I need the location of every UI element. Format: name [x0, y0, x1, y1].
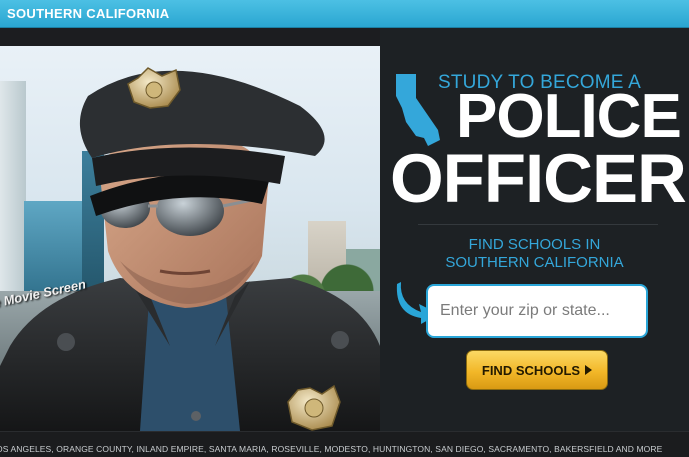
footer-bar: OS ANGELES, ORANGE COUNTY, INLAND EMPIRE…: [0, 431, 689, 457]
zip-search-input[interactable]: [426, 284, 648, 338]
hero-banner: e Movie Screen STUDY TO BECOME A POLICE …: [0, 28, 689, 431]
city-list: OS ANGELES, ORANGE COUNTY, INLAND EMPIRE…: [0, 444, 663, 454]
find-schools-label: FIND SCHOOLS: [481, 362, 581, 378]
find-schools-button[interactable]: FIND SCHOOLS: [466, 350, 608, 390]
police-officer-illustration: [0, 67, 380, 431]
header-bar: SOUTHERN CALIFORNIA: [0, 0, 689, 28]
search-panel: STUDY TO BECOME A POLICE OFFICER FIND SC…: [380, 28, 689, 431]
title-police: POLICE: [456, 82, 682, 151]
region-label: SOUTHERN CALIFORNIA: [7, 6, 170, 21]
california-state-icon: [396, 74, 440, 146]
title-officer: OFFICER: [390, 140, 687, 217]
officer-photo: e Movie Screen: [0, 46, 380, 431]
find-schools-region: SOUTHERN CALIFORNIA: [445, 254, 624, 271]
divider: [418, 224, 658, 225]
find-schools-heading: FIND SCHOOLS IN: [468, 236, 601, 253]
play-triangle-icon: [585, 365, 593, 375]
